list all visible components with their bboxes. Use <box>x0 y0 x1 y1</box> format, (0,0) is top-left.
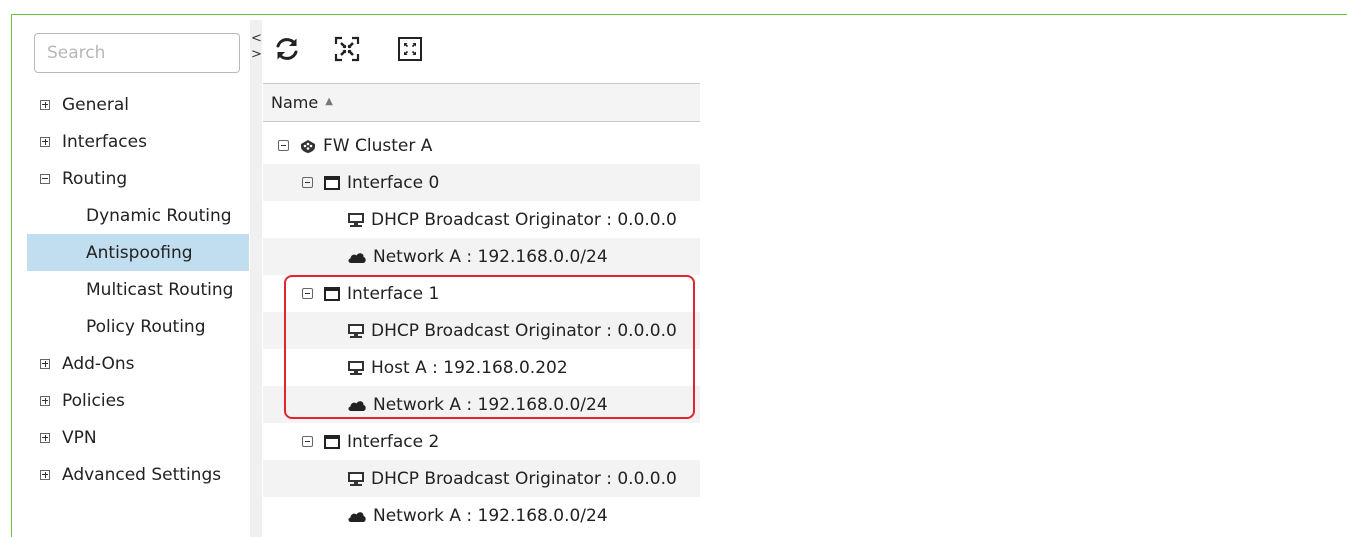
tree-row-label: DHCP Broadcast Originator : 0.0.0.0 <box>371 209 677 230</box>
nav-item-label: Advanced Settings <box>62 464 222 485</box>
interface-icon <box>323 286 341 302</box>
tree-row-label: Network A : 192.168.0.0/24 <box>373 394 608 415</box>
tree-row-label: Network A : 192.168.0.0/24 <box>373 505 608 526</box>
tree-row-label: Interface 2 <box>347 431 440 452</box>
host-icon <box>347 323 365 339</box>
tree-row-network[interactable]: Network A : 192.168.0.0/24 <box>263 238 700 275</box>
expand-plus-icon[interactable] <box>40 469 50 480</box>
nav-item-label: Dynamic Routing <box>86 205 232 226</box>
nav-item-add-ons[interactable]: Add-Ons <box>27 345 249 382</box>
collapse-panel-toggle[interactable]: < > <box>251 31 262 63</box>
antispoofing-tree-grid: Name ▲ FW Cluster A Interface 0 DHCP Bro… <box>263 83 700 537</box>
expand-plus-icon[interactable] <box>40 358 50 369</box>
nav-item-label: Routing <box>62 168 128 189</box>
tree-row-label: Interface 1 <box>347 283 440 304</box>
refresh-icon <box>276 38 298 60</box>
host-icon <box>347 360 365 376</box>
nav-item-label: Interfaces <box>62 131 147 152</box>
interface-icon <box>323 175 341 191</box>
tree-row-interface[interactable]: Interface 0 <box>263 164 700 201</box>
network-icon <box>347 398 367 412</box>
chevron-right-icon[interactable]: > <box>251 47 262 63</box>
host-icon <box>347 212 365 228</box>
column-header-label: Name <box>271 93 319 112</box>
nav-item-label: General <box>62 94 129 115</box>
nav-item-advanced-settings[interactable]: Advanced Settings <box>27 456 249 493</box>
nav-item-label: Policy Routing <box>86 316 206 337</box>
collapse-all-icon <box>334 36 360 62</box>
panel-splitter[interactable] <box>250 20 262 537</box>
collapse-minus-icon[interactable] <box>302 177 313 188</box>
sort-ascending-icon: ▲ <box>325 96 333 107</box>
chevron-left-icon[interactable]: < <box>251 31 262 47</box>
nav-item-policy-routing[interactable]: Policy Routing <box>27 308 249 345</box>
search-input[interactable] <box>34 33 240 73</box>
firewall-cluster-icon <box>299 138 317 154</box>
tree-row-interface[interactable]: Interface 1 <box>263 275 700 312</box>
tree-row-network[interactable]: Network A : 192.168.0.0/24 <box>263 386 700 423</box>
tree-row-label: FW Cluster A <box>323 135 433 156</box>
nav-item-general[interactable]: General <box>27 86 249 123</box>
network-icon <box>347 509 367 523</box>
expand-plus-icon[interactable] <box>40 136 50 147</box>
tree-row-label: DHCP Broadcast Originator : 0.0.0.0 <box>371 320 677 341</box>
expand-plus-icon[interactable] <box>40 99 50 110</box>
tree-row-host[interactable]: DHCP Broadcast Originator : 0.0.0.0 <box>263 460 700 497</box>
navigation-panel: General Interfaces Routing Dynamic Routi… <box>27 20 249 537</box>
tree-row-fw-cluster[interactable]: FW Cluster A <box>263 127 700 164</box>
interface-icon <box>323 434 341 450</box>
expand-all-icon <box>398 37 422 61</box>
nav-item-interfaces[interactable]: Interfaces <box>27 123 249 160</box>
nav-item-antispoofing[interactable]: Antispoofing <box>27 234 249 271</box>
tree-row-host[interactable]: DHCP Broadcast Originator : 0.0.0.0 <box>263 201 700 238</box>
expand-plus-icon[interactable] <box>40 395 50 406</box>
collapse-minus-icon[interactable] <box>302 288 313 299</box>
nav-item-label: Add-Ons <box>62 353 135 374</box>
expand-plus-icon[interactable] <box>40 432 50 443</box>
nav-item-dynamic-routing[interactable]: Dynamic Routing <box>27 197 249 234</box>
nav-item-vpn[interactable]: VPN <box>27 419 249 456</box>
tree-row-label: DHCP Broadcast Originator : 0.0.0.0 <box>371 468 677 489</box>
tree-row-host[interactable]: Host A : 192.168.0.202 <box>263 349 700 386</box>
nav-item-routing[interactable]: Routing <box>27 160 249 197</box>
collapse-all-button[interactable] <box>331 33 363 65</box>
tree-row-label: Network A : 192.168.0.0/24 <box>373 246 608 267</box>
network-icon <box>347 250 367 264</box>
nav-item-label: Multicast Routing <box>86 279 234 300</box>
column-header-name[interactable]: Name ▲ <box>263 83 700 122</box>
nav-item-policies[interactable]: Policies <box>27 382 249 419</box>
collapse-minus-icon[interactable] <box>40 173 50 184</box>
nav-item-label: Antispoofing <box>86 242 193 263</box>
collapse-minus-icon[interactable] <box>302 436 313 447</box>
refresh-button[interactable] <box>271 33 303 65</box>
tree-row-label: Interface 0 <box>347 172 440 193</box>
nav-item-multicast-routing[interactable]: Multicast Routing <box>27 271 249 308</box>
tree-row-host[interactable]: DHCP Broadcast Originator : 0.0.0.0 <box>263 312 700 349</box>
nav-item-label: VPN <box>62 427 97 448</box>
tree-row-network[interactable]: Network A : 192.168.0.0/24 <box>263 497 700 534</box>
collapse-minus-icon[interactable] <box>278 140 289 151</box>
nav-item-label: Policies <box>62 390 125 411</box>
tree-row-label: Host A : 192.168.0.202 <box>371 357 568 378</box>
expand-all-button[interactable] <box>394 33 426 65</box>
tree-row-interface[interactable]: Interface 2 <box>263 423 700 460</box>
host-icon <box>347 471 365 487</box>
